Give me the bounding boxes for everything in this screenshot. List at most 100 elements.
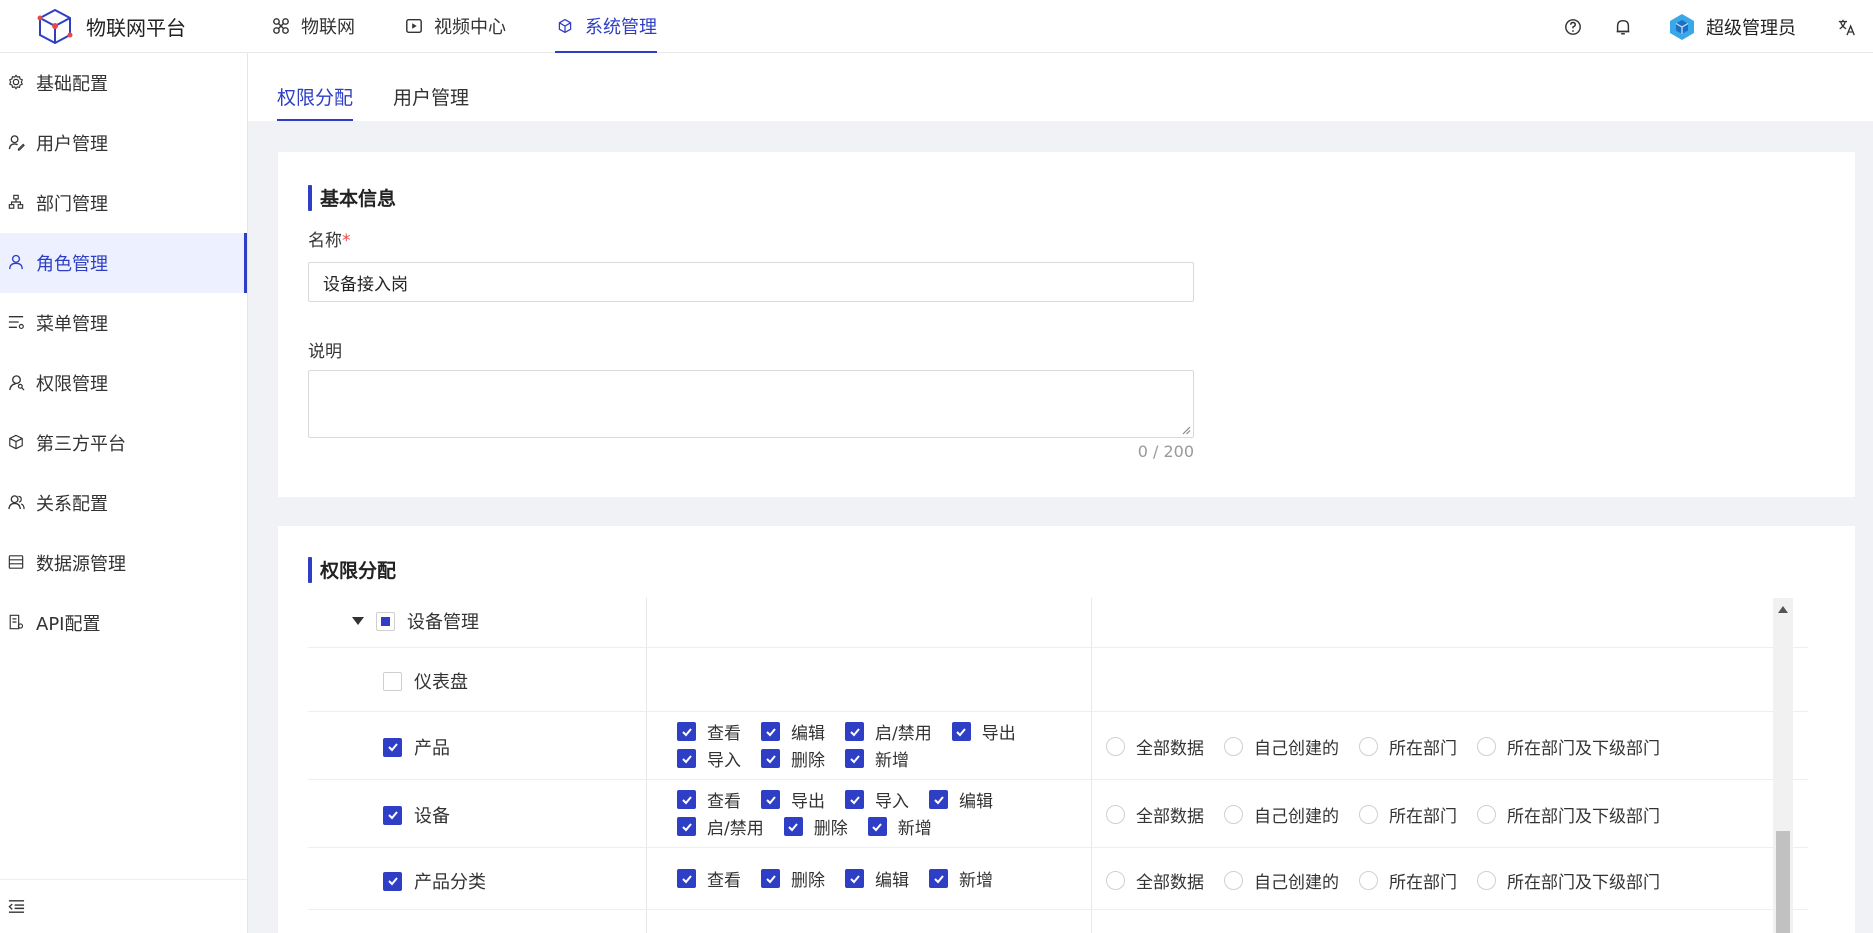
scope-radio[interactable]: 所在部门及下级部门 (1477, 868, 1660, 893)
scope-radio[interactable]: 自己创建的 (1224, 802, 1339, 827)
nav-video-center[interactable]: 视频中心 (404, 0, 506, 53)
scope-radio[interactable]: 全部数据 (1106, 734, 1204, 759)
action-import-checkbox[interactable]: 导入 (677, 745, 741, 772)
group-checkbox[interactable] (376, 611, 395, 631)
nav-label: 系统管理 (585, 17, 657, 38)
scope-radio[interactable]: 所在部门 (1359, 734, 1457, 759)
sidebar-item-user-management[interactable]: 用户管理 (0, 113, 247, 173)
top-nav: 物联网 视频中心 系统管理 (271, 0, 706, 53)
scope-label: 自己创建的 (1254, 807, 1339, 827)
action-delete-checkbox[interactable]: 删除 (761, 865, 825, 892)
action-add-checkbox[interactable]: 新增 (845, 745, 909, 772)
nav-iot[interactable]: 物联网 (271, 0, 355, 53)
check-icon (933, 874, 944, 883)
sidebar-item-third-party-platform[interactable]: 第三方平台 (0, 413, 247, 473)
sidebar-item-label: 权限管理 (36, 374, 108, 395)
action-edit-checkbox[interactable]: 编辑 (845, 865, 909, 892)
action-label: 查看 (707, 724, 741, 744)
check-icon (387, 743, 398, 752)
action-edit-checkbox[interactable]: 编辑 (929, 786, 993, 813)
scope-label: 所在部门及下级部门 (1507, 739, 1660, 759)
action-add-checkbox[interactable]: 新增 (867, 813, 932, 840)
row-checkbox[interactable] (383, 671, 402, 691)
action-view-checkbox[interactable]: 查看 (677, 718, 741, 745)
user-icon (8, 254, 26, 272)
logo[interactable]: 物联网平台 (36, 7, 271, 45)
action-delete-checkbox[interactable]: 删除 (761, 745, 825, 772)
scope-radio[interactable]: 自己创建的 (1224, 734, 1339, 759)
sidebar-item-menu-management[interactable]: 菜单管理 (0, 293, 247, 353)
action-label: 编辑 (791, 724, 825, 744)
table-row: 产品 查看 编辑 启/禁用 导出 导入 删除 新增 全部数据 自己创建的 所在部… (308, 712, 1808, 780)
action-delete-checkbox[interactable]: 删除 (783, 813, 848, 840)
row-label: 产品分类 (414, 872, 486, 893)
sidebar-item-api-config[interactable]: API配置 (0, 593, 247, 653)
sidebar-item-label: API配置 (36, 614, 101, 635)
action-export-checkbox[interactable]: 导出 (761, 786, 825, 813)
check-icon (788, 822, 799, 831)
tab-permission-assign[interactable]: 权限分配 (277, 83, 354, 121)
scroll-up-icon[interactable] (1778, 606, 1788, 613)
user-name: 超级管理员 (1706, 17, 1796, 39)
users-icon (8, 494, 26, 512)
sidebar-collapse-toggle[interactable] (0, 879, 247, 933)
check-icon (849, 754, 860, 763)
table-row: 设备管理 (308, 598, 1808, 648)
row-label: 设备 (414, 806, 450, 827)
group-name: 设备管理 (352, 608, 479, 634)
scope-radio[interactable]: 自己创建的 (1224, 868, 1339, 893)
action-label: 删除 (813, 819, 848, 839)
table-scrollbar[interactable] (1773, 598, 1793, 933)
scope-radio[interactable]: 全部数据 (1106, 868, 1204, 893)
menu-list-icon (8, 314, 26, 332)
scope-radio[interactable]: 所在部门及下级部门 (1477, 734, 1660, 759)
avatar (1670, 13, 1694, 40)
name-input[interactable]: 设备接入岗 (308, 262, 1194, 302)
scroll-thumb[interactable] (1776, 831, 1790, 933)
data-scope-group: 全部数据 自己创建的 所在部门 所在部门及下级部门 (1106, 802, 1680, 827)
scope-radio[interactable]: 所在部门及下级部门 (1477, 802, 1660, 827)
check-icon (849, 727, 860, 736)
action-label: 导出 (791, 792, 825, 812)
translate-icon[interactable] (1836, 16, 1858, 38)
user-menu[interactable]: 超级管理员 (1668, 13, 1796, 41)
action-label: 新增 (897, 819, 932, 839)
bell-icon[interactable] (1612, 16, 1634, 38)
sidebar-item-department-management[interactable]: 部门管理 (0, 173, 247, 233)
action-toggle-checkbox[interactable]: 启/禁用 (677, 813, 764, 840)
basic-info-card: 基本信息 名称* 设备接入岗 说明 0 / 200 (278, 152, 1855, 497)
scope-label: 所在部门 (1389, 873, 1457, 893)
tab-user-management[interactable]: 用户管理 (393, 83, 469, 121)
help-icon[interactable] (1562, 16, 1584, 38)
description-textarea[interactable] (308, 370, 1194, 438)
required-mark: * (342, 231, 351, 251)
sidebar-item-permission-management[interactable]: 权限管理 (0, 353, 247, 413)
sidebar-item-role-management[interactable]: 角色管理 (0, 233, 247, 293)
action-label: 新增 (959, 871, 993, 891)
action-list: 查看 编辑 启/禁用 导出 导入 删除 新增 (677, 718, 1097, 772)
data-scope-group: 全部数据 自己创建的 所在部门 所在部门及下级部门 (1106, 734, 1680, 759)
row-checkbox[interactable] (383, 737, 402, 757)
scope-radio[interactable]: 全部数据 (1106, 802, 1204, 827)
action-list: 查看 导出 导入 编辑 启/禁用 删除 新增 (677, 786, 1097, 840)
action-list: 查看 删除 编辑 新增 (677, 865, 1097, 892)
resize-grip-icon[interactable] (1181, 425, 1191, 435)
row-checkbox[interactable] (383, 871, 402, 891)
action-toggle-checkbox[interactable]: 启/禁用 (845, 718, 932, 745)
action-export-checkbox[interactable]: 导出 (951, 718, 1016, 745)
action-import-checkbox[interactable]: 导入 (845, 786, 909, 813)
sidebar-item-data-source-management[interactable]: 数据源管理 (0, 533, 247, 593)
caret-down-icon[interactable] (352, 617, 364, 625)
data-scope-group: 全部数据 自己创建的 所在部门 所在部门及下级部门 (1106, 868, 1680, 893)
row-checkbox[interactable] (383, 805, 402, 825)
action-view-checkbox[interactable]: 查看 (677, 865, 741, 892)
row-label: 产品 (414, 738, 450, 759)
action-edit-checkbox[interactable]: 编辑 (761, 718, 825, 745)
nav-system-management[interactable]: 系统管理 (555, 0, 657, 53)
sidebar-item-relation-config[interactable]: 关系配置 (0, 473, 247, 533)
action-add-checkbox[interactable]: 新增 (929, 865, 993, 892)
scope-radio[interactable]: 所在部门 (1359, 802, 1457, 827)
sidebar-item-basic-config[interactable]: 基础配置 (0, 53, 247, 113)
scope-radio[interactable]: 所在部门 (1359, 868, 1457, 893)
action-view-checkbox[interactable]: 查看 (677, 786, 741, 813)
